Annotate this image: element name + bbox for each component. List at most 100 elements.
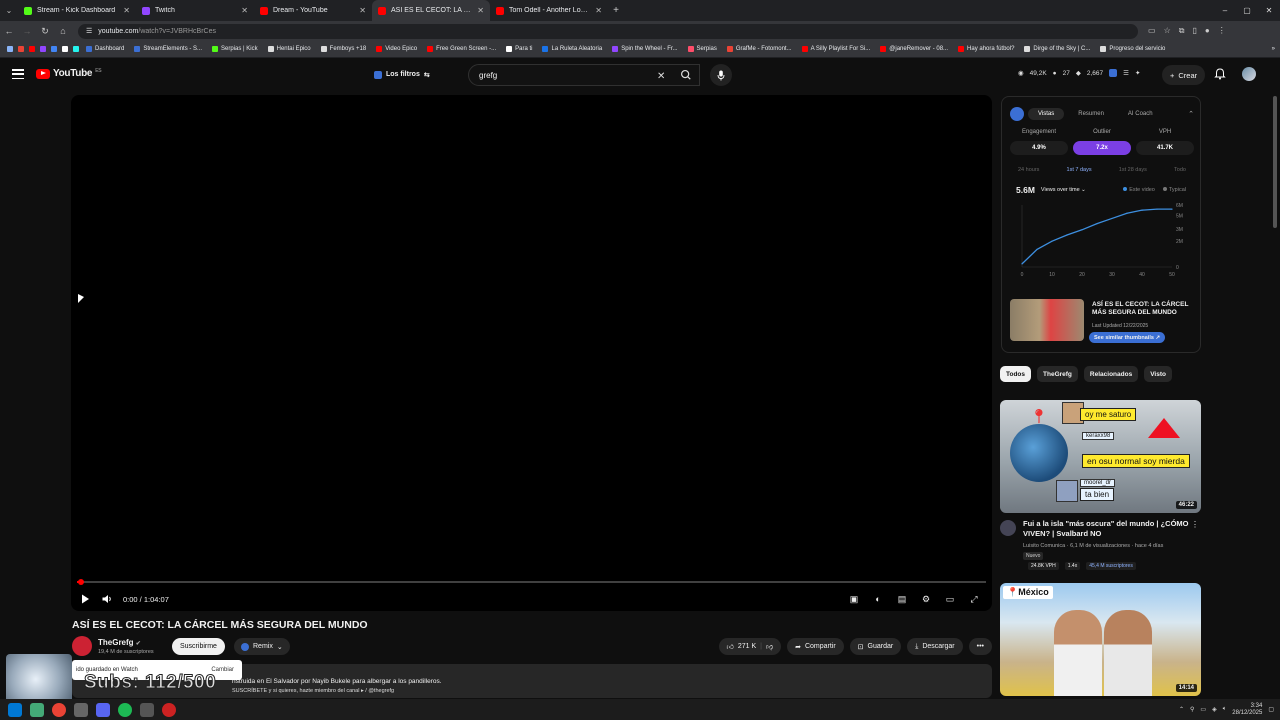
channel-name[interactable]: TheGrefg (98, 638, 134, 647)
settings-gear-icon[interactable]: ⚙ (920, 593, 932, 605)
bookmark-item[interactable]: Spin the Wheel - Fr... (607, 46, 682, 52)
browser-tab[interactable]: Tom Odell - Another Love (sub ✕ (490, 0, 608, 21)
period-24h[interactable]: 24 hours (1018, 167, 1039, 173)
bookmark-item[interactable]: A Silly Playlist For Si... (797, 46, 876, 52)
see-similar-button[interactable]: See similar thumbnails ↗ (1089, 332, 1166, 343)
page-scrollbar[interactable] (1272, 60, 1278, 696)
youtube-logo[interactable]: YouTube ES (36, 68, 102, 79)
bookmark-item[interactable]: Dirge of the Sky | C... (1019, 46, 1095, 52)
reload-icon[interactable]: ↻ (36, 26, 54, 37)
minimize-icon[interactable]: – (1214, 0, 1236, 21)
close-window-icon[interactable]: ✕ (1258, 0, 1280, 21)
clock[interactable]: 3:34 28/12/2025 (1232, 703, 1262, 717)
bookmark-item[interactable]: Femboys +18 (316, 46, 372, 52)
panel-tab-vistas[interactable]: Vistas (1028, 108, 1065, 120)
bookmarks-overflow-icon[interactable]: » (1267, 46, 1280, 52)
bookmark-x-icon[interactable] (59, 44, 70, 55)
bookmark-item[interactable]: Para ti (501, 46, 537, 52)
notification-center-icon[interactable]: ▢ (1268, 706, 1274, 713)
chip-thegrefg[interactable]: TheGrefg (1037, 366, 1078, 382)
speaker-icon[interactable]: 🔈︎ (1223, 706, 1227, 713)
collapse-icon[interactable]: ⌃ (1188, 110, 1194, 118)
discord-icon[interactable] (96, 702, 110, 717)
filters-button[interactable]: Los filtros ⇆ (368, 66, 436, 83)
bookmark-twitch-icon[interactable] (37, 44, 48, 55)
tab-search-icon[interactable]: ⌄ (0, 0, 18, 21)
bookmark-item[interactable]: GrafMe - Fotomont... (722, 46, 797, 52)
bookmark-item[interactable]: Free Green Screen -... (422, 46, 501, 52)
bookmark-youtube-icon[interactable] (26, 44, 37, 55)
menu-icon[interactable] (12, 69, 24, 79)
rec-title[interactable]: Fui a la isla "más oscura" del mundo | ¿… (1023, 519, 1193, 539)
download-button[interactable]: ⤓ Descargar (907, 638, 963, 655)
display-icon[interactable]: ▭ (1200, 706, 1206, 713)
panel-thumbnail[interactable] (1010, 299, 1084, 341)
autoplay-toggle-icon[interactable]: ◐ (872, 593, 884, 605)
subtitles-icon[interactable]: ▤ (896, 593, 908, 605)
more-actions-button[interactable]: ••• (968, 638, 992, 655)
period-28d[interactable]: 1st 28 days (1119, 167, 1147, 173)
forward-icon[interactable]: → (18, 26, 36, 36)
bookmark-tiktok-icon[interactable] (70, 44, 81, 55)
chip-relacionados[interactable]: Relacionados (1083, 366, 1139, 382)
voice-search-button[interactable] (710, 64, 732, 86)
channel-avatar[interactable] (72, 636, 92, 656)
bookmark-item[interactable]: StreamElements - S... (129, 46, 207, 52)
sidepanel-icon[interactable]: ▯ (1192, 26, 1196, 36)
usb-icon[interactable]: ⚲ (1190, 706, 1194, 713)
account-avatar[interactable] (1242, 67, 1256, 81)
progress-scrubber[interactable] (77, 579, 84, 585)
bookmark-item[interactable]: Hay ahora fútbol? (953, 46, 1019, 52)
share-button[interactable]: ➦ Compartir (787, 638, 844, 655)
rec-channel-avatar[interactable] (1000, 520, 1016, 536)
maximize-icon[interactable]: ▢ (1236, 0, 1258, 21)
bookmark-gmail-icon[interactable] (15, 44, 26, 55)
theater-mode-icon[interactable]: ▭ (944, 593, 956, 605)
chip-visto[interactable]: Visto (1144, 366, 1172, 382)
browser-menu-icon[interactable]: ⋮ (1218, 26, 1226, 36)
cast-icon[interactable]: ▭ (1148, 26, 1156, 36)
bookmark-item[interactable]: Hentai Epico (263, 46, 316, 52)
browser-tab[interactable]: Twitch ✕ (136, 0, 254, 21)
bookmark-item[interactable]: La Ruleta Aleatoria (537, 46, 607, 52)
tab-close-icon[interactable]: ✕ (123, 6, 130, 15)
notifications-bell-icon[interactable] (1214, 68, 1226, 80)
spotify-icon[interactable] (118, 702, 132, 717)
like-button[interactable]: 👍︎ 271 K | 👎︎ (718, 638, 782, 655)
tab-close-icon[interactable]: ✕ (477, 6, 484, 15)
video-player[interactable]: 0:00 / 1:04:07 ▣ ◐ ▤ ⚙ ▭ ⤢ (71, 95, 992, 611)
bookmark-item[interactable]: Dashboard (81, 46, 129, 52)
tray-chevron-icon[interactable]: ⌃ (1179, 706, 1184, 713)
period-7d[interactable]: 1st 7 days (1067, 167, 1092, 173)
bookmark-item[interactable]: Video Epico (371, 46, 422, 52)
apps-icon[interactable] (4, 44, 15, 55)
thumbs-down-icon[interactable]: 👎︎ (766, 642, 773, 651)
recommendation-thumbnail[interactable]: 📍︎ oy me saturo keraxx98 en osu normal s… (1000, 400, 1201, 513)
extensions-icon[interactable]: ⧉ (1179, 26, 1185, 36)
profile-icon[interactable]: ● (1205, 26, 1210, 36)
search-button[interactable] (674, 64, 700, 86)
more-vertical-icon[interactable]: ⋮ (1191, 520, 1199, 529)
period-all[interactable]: Todo (1174, 167, 1186, 173)
bookmark-drive-icon[interactable] (48, 44, 59, 55)
remix-button[interactable]: Remix ⌄ (234, 638, 290, 655)
panel-tab-ai-coach[interactable]: AI Coach (1118, 108, 1163, 120)
tab-close-icon[interactable]: ✕ (241, 6, 248, 15)
play-icon[interactable] (79, 593, 91, 605)
browser-tab[interactable]: ASÍ ES EL CECOT: LA CÁRCEL M ✕ (372, 0, 490, 21)
tab-close-icon[interactable]: ✕ (595, 6, 602, 15)
new-tab-button[interactable]: + (608, 5, 624, 16)
network-icon[interactable]: ◈ (1212, 706, 1217, 713)
taskbar-app-icon[interactable] (74, 702, 88, 717)
list-icon[interactable]: ☰ (1123, 69, 1129, 77)
save-button[interactable]: ⊡ Guardar (849, 638, 902, 655)
bookmark-item[interactable]: @janeRemover - 08... (875, 46, 953, 52)
scrollbar-thumb[interactable] (1273, 96, 1277, 228)
progress-bar[interactable] (77, 579, 986, 585)
bookmark-item[interactable]: Serpias (683, 46, 722, 52)
browser-tab[interactable]: Dream - YouTube ✕ (254, 0, 372, 21)
create-button[interactable]: + Crear (1162, 65, 1206, 85)
site-info-icon[interactable]: ☰ (86, 27, 92, 35)
tab-close-icon[interactable]: ✕ (359, 6, 366, 15)
browser-tab[interactable]: Stream - Kick Dashboard ✕ (18, 0, 136, 21)
